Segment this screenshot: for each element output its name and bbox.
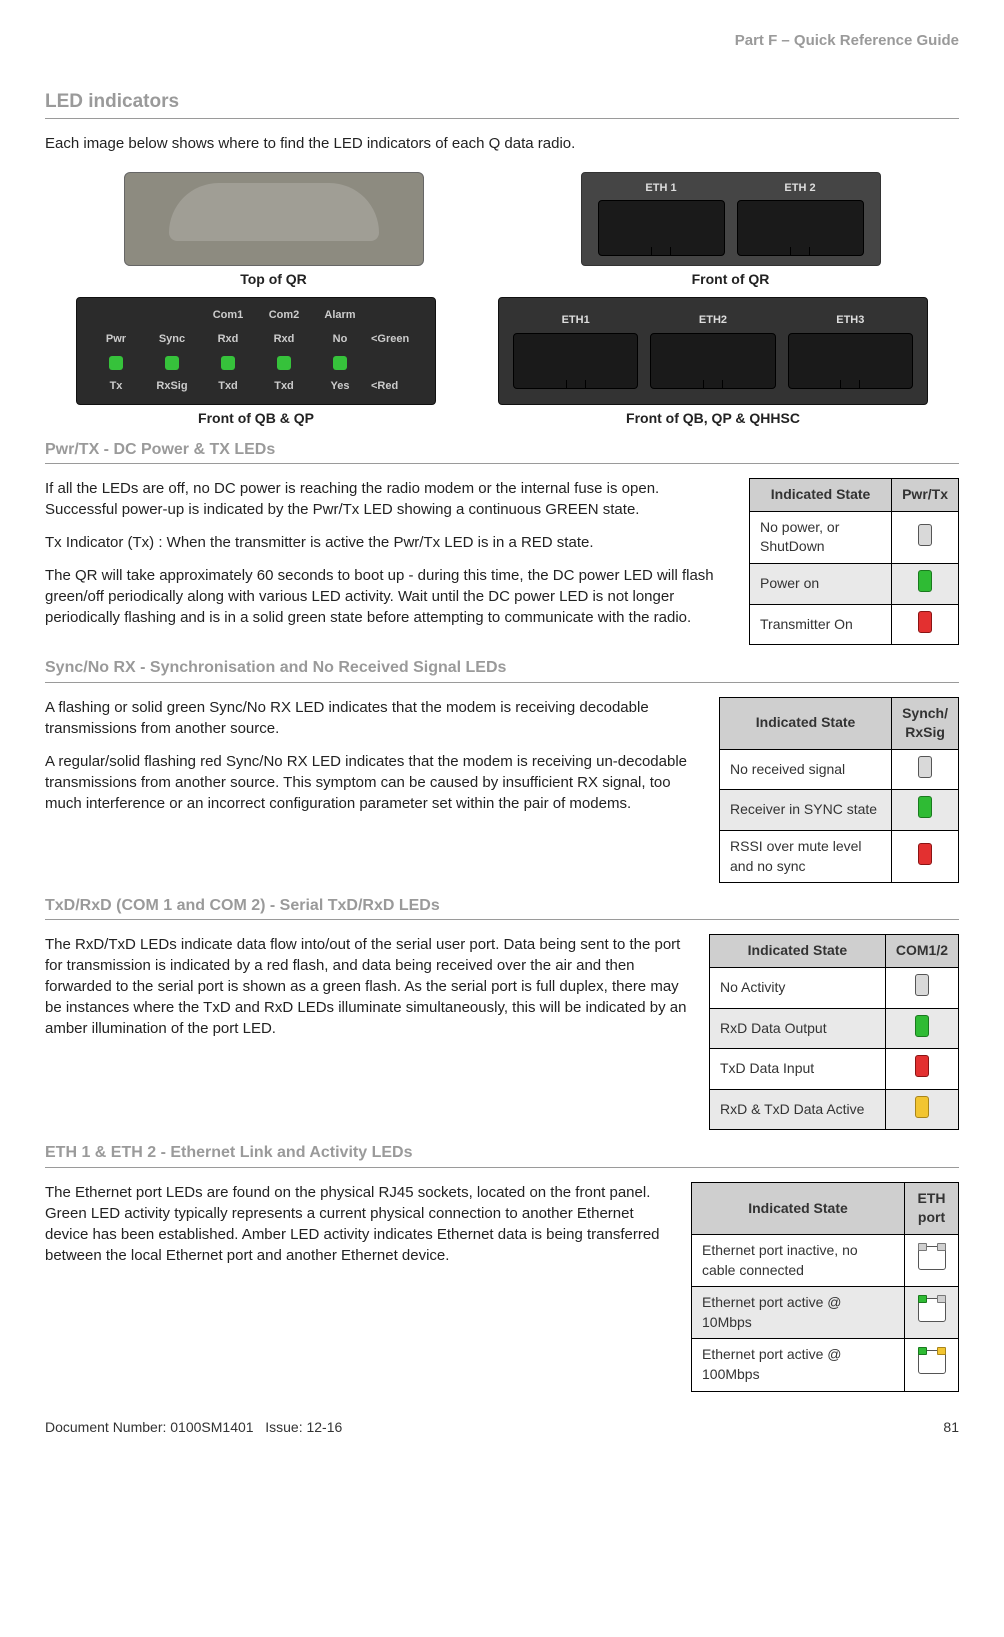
doc-issue: Issue: 12-16 bbox=[265, 1419, 342, 1435]
sync-p2: A regular/solid flashing red Sync/No RX … bbox=[45, 751, 701, 814]
front-qbqp-image: Com1Com2Alarm PwrSyncRxdRxdNo<Green TxRx… bbox=[76, 297, 436, 405]
led-green-icon bbox=[918, 796, 932, 818]
txd-row: The RxD/TxD LEDs indicate data flow into… bbox=[45, 934, 959, 1130]
pwrtx-p3: The QR will take approximately 60 second… bbox=[45, 565, 731, 628]
txd-heading: TxD/RxD (COM 1 and COM 2) - Serial TxD/R… bbox=[45, 895, 959, 920]
pwrtx-row: If all the LEDs are off, no DC power is … bbox=[45, 478, 959, 645]
top-qr-caption: Top of QR bbox=[124, 270, 424, 290]
front-qbqphsc-image: ETH1 ETH2 ETH3 bbox=[498, 297, 928, 405]
image-row-1: Top of QR ETH 1 ETH 2 Front of QR bbox=[45, 172, 959, 290]
eth-port-10m-icon bbox=[918, 1298, 946, 1322]
part-header: Part F – Quick Reference Guide bbox=[45, 30, 959, 51]
top-qr-image bbox=[124, 172, 424, 266]
eth-p1: The Ethernet port LEDs are found on the … bbox=[45, 1182, 673, 1266]
sync-p1: A flashing or solid green Sync/No RX LED… bbox=[45, 697, 701, 739]
eth-port-100m-icon bbox=[918, 1350, 946, 1374]
front-qbqp-block: Com1Com2Alarm PwrSyncRxdRxdNo<Green TxRx… bbox=[76, 297, 436, 429]
page-number: 81 bbox=[943, 1418, 959, 1438]
pwrtx-table: Indicated StatePwr/Tx No power, or ShutD… bbox=[749, 478, 959, 645]
front-qbqp-caption: Front of QB & QP bbox=[76, 409, 436, 429]
sync-heading: Sync/No RX - Synchronisation and No Rece… bbox=[45, 657, 959, 682]
txd-p1: The RxD/TxD LEDs indicate data flow into… bbox=[45, 934, 691, 1039]
led-red-icon bbox=[918, 611, 932, 633]
eth-port-off-icon bbox=[918, 1246, 946, 1270]
eth-row: The Ethernet port LEDs are found on the … bbox=[45, 1182, 959, 1392]
section-title: LED indicators bbox=[45, 89, 959, 119]
intro-text: Each image below shows where to find the… bbox=[45, 133, 959, 154]
eth1-label: ETH 1 bbox=[598, 181, 725, 196]
front-qr-image: ETH 1 ETH 2 bbox=[581, 172, 881, 266]
led-off-icon bbox=[918, 524, 932, 546]
front-qr-block: ETH 1 ETH 2 Front of QR bbox=[581, 172, 881, 290]
front-qbqphsc-block: ETH1 ETH2 ETH3 Front of QB, QP & QHHSC bbox=[498, 297, 928, 429]
led-off-icon bbox=[915, 974, 929, 996]
page-footer: Document Number: 0100SM1401 Issue: 12-16… bbox=[45, 1418, 959, 1438]
doc-number: Document Number: 0100SM1401 bbox=[45, 1419, 254, 1435]
eth-heading: ETH 1 & ETH 2 - Ethernet Link and Activi… bbox=[45, 1142, 959, 1167]
led-green-icon bbox=[918, 570, 932, 592]
image-row-2: Com1Com2Alarm PwrSyncRxdRxdNo<Green TxRx… bbox=[45, 297, 959, 429]
pwrtx-heading: Pwr/TX - DC Power & TX LEDs bbox=[45, 439, 959, 464]
led-amber-icon bbox=[915, 1096, 929, 1118]
front-qbqphsc-caption: Front of QB, QP & QHHSC bbox=[498, 409, 928, 429]
pwrtx-p2: Tx Indicator (Tx) : When the transmitter… bbox=[45, 532, 731, 553]
led-red-icon bbox=[915, 1055, 929, 1077]
sync-table: Indicated StateSynch/ RxSig No received … bbox=[719, 697, 959, 884]
txd-table: Indicated StateCOM1/2 No Activity RxD Da… bbox=[709, 934, 959, 1130]
eth2-label: ETH 2 bbox=[737, 181, 864, 196]
front-qr-caption: Front of QR bbox=[581, 270, 881, 290]
led-off-icon bbox=[918, 756, 932, 778]
led-red-icon bbox=[918, 843, 932, 865]
led-green-icon bbox=[915, 1015, 929, 1037]
pwrtx-p1: If all the LEDs are off, no DC power is … bbox=[45, 478, 731, 520]
eth-table: Indicated StateETH port Ethernet port in… bbox=[691, 1182, 959, 1392]
sync-row: A flashing or solid green Sync/No RX LED… bbox=[45, 697, 959, 884]
top-qr-block: Top of QR bbox=[124, 172, 424, 290]
